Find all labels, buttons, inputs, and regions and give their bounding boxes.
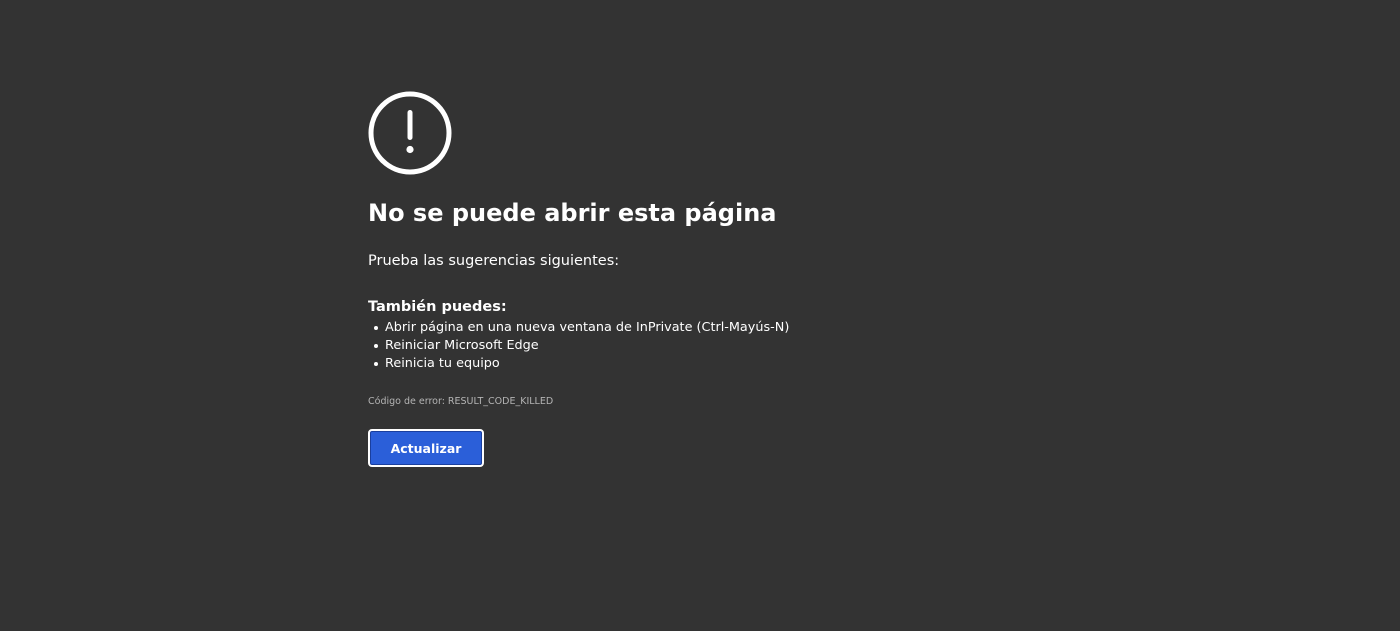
also-heading: También puedes: [368,299,507,315]
page-title: No se puede abrir esta página [368,199,777,227]
suggestions-intro: Prueba las sugerencias siguientes: [368,253,620,269]
suggestions-list: Abrir página en una nueva ventana de InP… [368,319,928,373]
error-code: Código de error: RESULT_CODE_KILLED [368,396,554,407]
exclamation-circle-icon [368,91,452,175]
error-content: No se puede abrir esta página Prueba las… [368,91,928,467]
refresh-button[interactable]: Actualizar [368,429,484,467]
suggestion-restart-edge: Reiniciar Microsoft Edge [368,337,928,355]
suggestion-inprivate: Abrir página en una nueva ventana de InP… [368,319,928,337]
suggestion-restart-computer: Reinicia tu equipo [368,355,928,373]
error-page: No se puede abrir esta página Prueba las… [0,0,1400,631]
